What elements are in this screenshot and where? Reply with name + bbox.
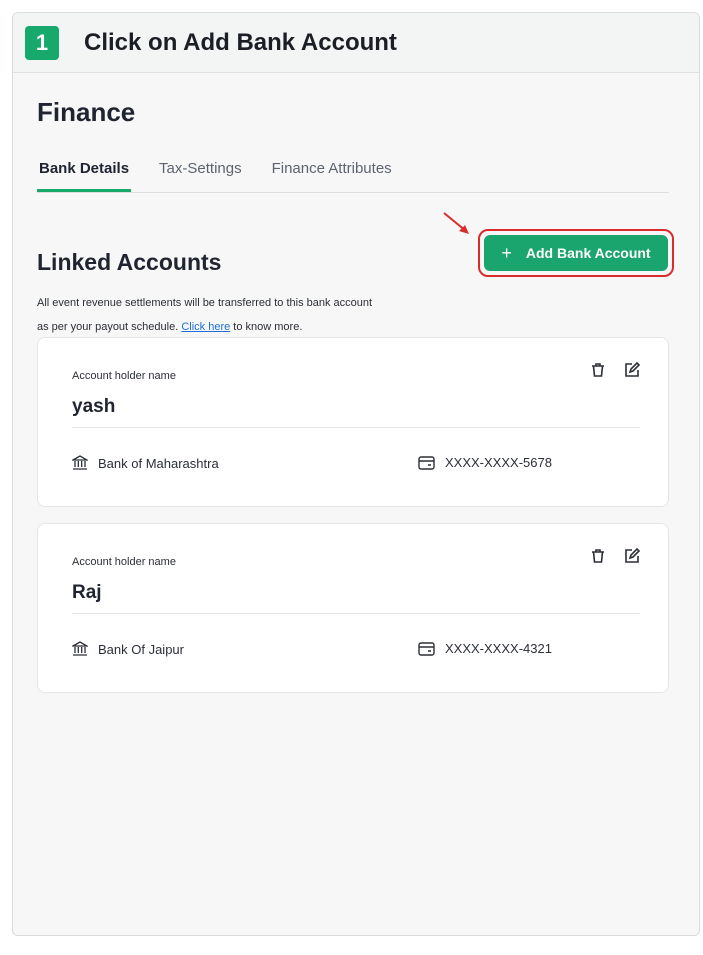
bank-name: Bank Of Jaipur bbox=[98, 641, 184, 657]
card-icon bbox=[418, 455, 435, 470]
edit-icon bbox=[625, 548, 640, 563]
trash-icon bbox=[592, 549, 604, 563]
holder-name: yash bbox=[72, 396, 116, 417]
holder-label: Account holder name bbox=[72, 370, 176, 382]
holder-name: Raj bbox=[72, 582, 102, 603]
card-divider bbox=[72, 427, 640, 428]
section-title: Linked Accounts bbox=[37, 249, 222, 275]
account-card: Account holder name yash Bank of Maharas… bbox=[37, 337, 669, 507]
account-card: Account holder name Raj Bank Of Jaipur X… bbox=[37, 523, 669, 693]
account-cards: Account holder name yash Bank of Maharas… bbox=[37, 337, 675, 693]
tab-finance-attributes[interactable]: Finance Attributes bbox=[270, 158, 394, 192]
trash-icon bbox=[592, 363, 604, 377]
bank-name: Bank of Maharashtra bbox=[98, 455, 219, 471]
description-line-1: All event revenue settlements will be tr… bbox=[37, 297, 373, 309]
edit-button[interactable] bbox=[622, 546, 642, 566]
bank-icon bbox=[72, 641, 88, 656]
finance-page: Finance Bank Details Tax-Settings Financ… bbox=[13, 97, 699, 693]
card-icon bbox=[418, 641, 435, 656]
card-actions bbox=[588, 360, 642, 380]
step-title: Click on Add Bank Account bbox=[84, 28, 397, 56]
edit-icon bbox=[625, 362, 640, 377]
account-number: XXXX-XXXX-5678 bbox=[445, 455, 552, 470]
description-text-end: to know more. bbox=[233, 321, 303, 333]
account-number-row: XXXX-XXXX-5678 bbox=[418, 455, 552, 470]
bank-name-row: Bank Of Jaipur bbox=[72, 641, 184, 657]
account-number: XXXX-XXXX-4321 bbox=[445, 641, 552, 656]
card-actions bbox=[588, 546, 642, 566]
tab-bank-details[interactable]: Bank Details bbox=[37, 158, 132, 192]
page-title: Finance bbox=[37, 97, 136, 127]
description-line-2: as per your payout schedule. Click here … bbox=[37, 315, 457, 339]
delete-button[interactable] bbox=[588, 360, 608, 380]
add-bank-account-button[interactable]: + Add Bank Account bbox=[484, 235, 668, 271]
step-header: 1 Click on Add Bank Account bbox=[13, 13, 699, 73]
holder-label: Account holder name bbox=[72, 556, 176, 568]
add-bank-account-label: Add Bank Account bbox=[525, 245, 651, 261]
account-number-row: XXXX-XXXX-4321 bbox=[418, 641, 552, 656]
linked-accounts-header: Linked Accounts + Add Bank Account All e… bbox=[37, 212, 675, 333]
settlement-description: All event revenue settlements will be tr… bbox=[37, 291, 457, 339]
plus-icon: + bbox=[501, 242, 512, 263]
delete-button[interactable] bbox=[588, 546, 608, 566]
card-divider bbox=[72, 613, 640, 614]
pointer-arrow-icon bbox=[443, 212, 469, 234]
finance-tabs: Bank Details Tax-Settings Finance Attrib… bbox=[37, 158, 669, 193]
click-here-link[interactable]: Click here bbox=[181, 321, 230, 333]
description-text: as per your payout schedule. bbox=[37, 321, 179, 333]
bank-icon bbox=[72, 455, 88, 470]
tab-tax-settings[interactable]: Tax-Settings bbox=[157, 158, 244, 192]
tutorial-frame: 1 Click on Add Bank Account Finance Bank… bbox=[12, 12, 700, 936]
step-number-badge: 1 bbox=[25, 25, 59, 60]
bank-name-row: Bank of Maharashtra bbox=[72, 455, 219, 471]
edit-button[interactable] bbox=[622, 360, 642, 380]
add-bank-highlight: + Add Bank Account bbox=[478, 229, 674, 277]
